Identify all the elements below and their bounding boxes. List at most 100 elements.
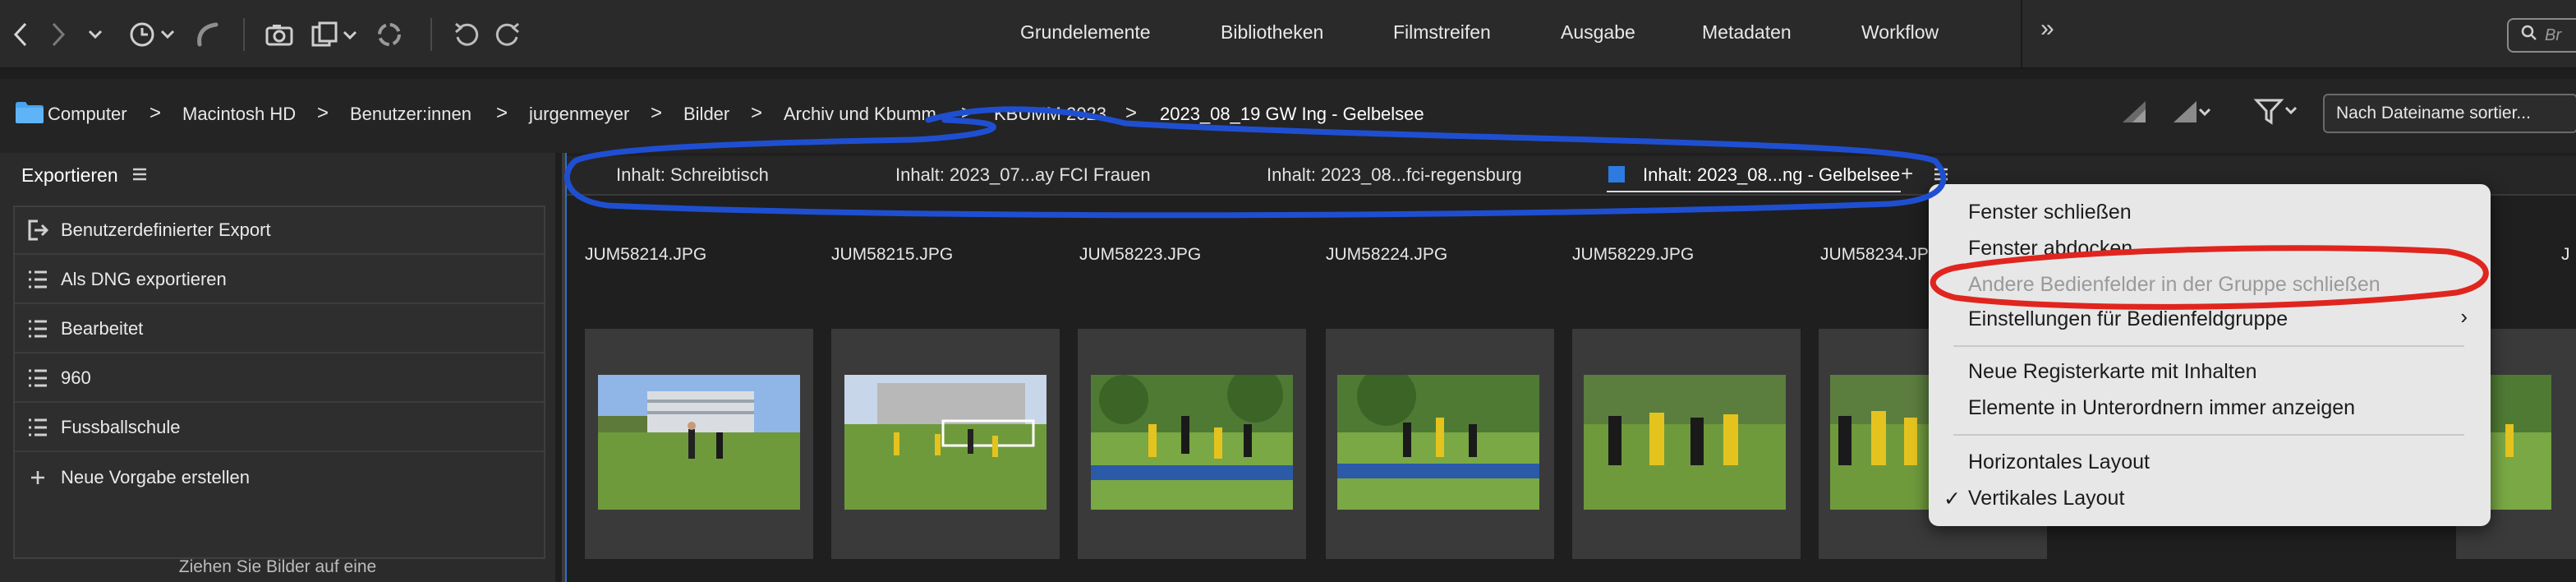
- breadcrumb-bilder[interactable]: Bilder: [683, 104, 729, 128]
- breadcrumb-computer[interactable]: Computer: [48, 104, 127, 128]
- forward-icon[interactable]: [46, 16, 71, 53]
- export-item-960[interactable]: 960: [15, 355, 544, 403]
- breadcrumb-separator: >: [651, 102, 663, 124]
- toolbar-separator: [430, 18, 432, 51]
- folder-icon: [15, 100, 44, 129]
- checkmark-icon: ✓: [1944, 487, 1961, 510]
- export-item-label: Benutzerdefinierter Export: [61, 219, 271, 240]
- export-item-label: Bearbeitet: [61, 318, 144, 339]
- thumbnail-quality-icon[interactable]: [2172, 94, 2213, 130]
- export-item-label: 960: [61, 367, 91, 388]
- workspace-tab-grundelemente[interactable]: Grundelemente: [1020, 21, 1151, 49]
- add-tab-button[interactable]: +: [1901, 161, 1913, 187]
- workspace-tab-metadaten[interactable]: Metadaten: [1702, 21, 1792, 49]
- menu-item-vertical-layout[interactable]: Vertikales Layout: [1968, 487, 2124, 510]
- more-workspaces-button[interactable]: »: [2040, 15, 2054, 43]
- breadcrumb-current-folder[interactable]: 2023_08_19 GW Ing - Gelbelsee: [1160, 104, 1424, 128]
- export-item-label: Fussballschule: [61, 417, 181, 437]
- list-icon: [15, 368, 61, 388]
- file-name: JUM58223.JPG: [1079, 245, 1202, 264]
- breadcrumb-separator: >: [1125, 102, 1138, 124]
- file-name: JUM58229.JPG: [1572, 245, 1695, 264]
- back-icon[interactable]: [8, 16, 33, 53]
- new-preset-button[interactable]: Neue Vorgabe erstellen: [15, 454, 544, 501]
- submenu-arrow-icon: ›: [2460, 304, 2468, 329]
- breadcrumb-separator: >: [496, 102, 508, 124]
- thumbnail-image[interactable]: [1091, 375, 1293, 510]
- tab-menu-icon[interactable]: [1934, 168, 1948, 185]
- menu-item-close-window[interactable]: Fenster schließen: [1968, 201, 2132, 224]
- export-item-label: Neue Vorgabe erstellen: [61, 467, 250, 487]
- search-icon: [2520, 24, 2538, 47]
- breadcrumb-benutzer[interactable]: Benutzer:innen: [350, 104, 472, 128]
- tab-fci-regensburg[interactable]: Inhalt: 2023_08...fci-regensburg: [1267, 164, 1522, 186]
- tab-gelbelsee[interactable]: Inhalt: 2023_08...ng - Gelbelsee: [1643, 164, 1900, 186]
- export-icon: [15, 219, 61, 242]
- file-name: JUM58214.JPG: [585, 245, 707, 264]
- workspace-tab-bibliotheken[interactable]: Bibliotheken: [1221, 21, 1323, 49]
- search-input[interactable]: Br: [2507, 18, 2576, 53]
- menu-item-new-content-tab[interactable]: Neue Registerkarte mit Inhalten: [1968, 360, 2257, 384]
- chevron-down-icon[interactable]: [85, 16, 105, 53]
- search-placeholder: Br: [2545, 25, 2561, 44]
- export-item-label: Als DNG exportieren: [61, 269, 227, 289]
- breadcrumb-separator: >: [317, 102, 329, 124]
- thumbnail-image[interactable]: [1584, 375, 1786, 510]
- boomerang-icon[interactable]: [191, 16, 223, 53]
- menu-item-show-subfolder-items[interactable]: Elemente in Unterordnern immer anzeigen: [1968, 396, 2355, 420]
- rotate-left-icon[interactable]: [450, 16, 483, 53]
- file-name: JUM58215.JPG: [831, 245, 954, 264]
- refresh-icon[interactable]: [371, 16, 407, 53]
- active-tab-indicator-icon: [1608, 166, 1625, 182]
- breadcrumb-separator: >: [961, 102, 973, 124]
- filter-icon[interactable]: [2252, 94, 2302, 130]
- tab-schreibtisch[interactable]: Inhalt: Schreibtisch: [616, 164, 769, 186]
- workspace-tab-ausgabe[interactable]: Ausgabe: [1561, 21, 1635, 49]
- panel-menu-icon[interactable]: [131, 168, 148, 185]
- thumbnail-image[interactable]: [1830, 375, 1935, 510]
- panel-context-menu: Fenster schließen Fenster abdocken Ander…: [1929, 184, 2491, 526]
- drop-hint: Ziehen Sie Bilder auf eine: [178, 557, 377, 576]
- toolbar-divider: [2021, 0, 2022, 69]
- sort-select-value: Nach Dateiname sortier...: [2336, 104, 2531, 122]
- breadcrumb-kbumm[interactable]: KBUMM 2023: [994, 104, 1106, 128]
- export-item-dng[interactable]: Als DNG exportieren: [15, 256, 544, 304]
- export-item-bearbeitet[interactable]: Bearbeitet: [15, 306, 544, 353]
- breadcrumb-separator: >: [150, 102, 162, 124]
- breadcrumb-archiv[interactable]: Archiv und Kbumm: [784, 104, 936, 128]
- thumbnail-image[interactable]: [844, 375, 1046, 510]
- workspace-tab-filmstreifen[interactable]: Filmstreifen: [1393, 21, 1491, 49]
- breadcrumb-separator: >: [751, 102, 763, 124]
- menu-item-panel-group-settings[interactable]: Einstellungen für Bedienfeldgruppe: [1968, 307, 2288, 331]
- breadcrumb-user[interactable]: jurgenmeyer: [529, 104, 629, 128]
- thumbnail-image[interactable]: [1337, 375, 1539, 510]
- menu-separator: [1953, 345, 2464, 347]
- menu-separator: [1953, 434, 2464, 436]
- thumbnail-image[interactable]: [2489, 375, 2551, 510]
- workspace-tab-workflow[interactable]: Workflow: [1861, 21, 1939, 49]
- breadcrumb-macintosh-hd[interactable]: Macintosh HD: [182, 104, 296, 128]
- export-panel-title: Exportieren: [21, 164, 118, 186]
- copy-icon[interactable]: [309, 16, 360, 53]
- plus-icon: [15, 469, 61, 486]
- menu-item-undock-window[interactable]: Fenster abdocken: [1968, 237, 2132, 261]
- camera-import-icon[interactable]: [263, 16, 299, 53]
- tab-fci-frauen[interactable]: Inhalt: 2023_07...ay FCI Frauen: [895, 164, 1151, 186]
- list-icon: [15, 418, 61, 437]
- list-icon: [15, 319, 61, 339]
- file-name: JUM58224.JPG: [1326, 245, 1448, 264]
- file-name: JUM58234.JPG: [1820, 245, 1943, 264]
- quality-icon[interactable]: [2118, 94, 2150, 130]
- menu-item-close-other-panels: Andere Bedienfelder in der Gruppe schlie…: [1968, 273, 2380, 296]
- export-item-fussballschule[interactable]: Fussballschule: [15, 404, 544, 452]
- export-item-custom[interactable]: Benutzerdefinierter Export: [15, 207, 544, 255]
- toolbar-separator: [243, 18, 245, 51]
- active-tab-underline: [1607, 191, 1901, 192]
- file-name: J: [2561, 245, 2570, 264]
- rotate-right-icon[interactable]: [491, 16, 524, 53]
- menu-item-horizontal-layout[interactable]: Horizontales Layout: [1968, 450, 2150, 474]
- list-icon: [15, 270, 61, 289]
- thumbnail-image[interactable]: [598, 375, 800, 510]
- sort-select[interactable]: Nach Dateiname sortier...: [2323, 94, 2576, 133]
- recent-history-icon[interactable]: [123, 16, 181, 53]
